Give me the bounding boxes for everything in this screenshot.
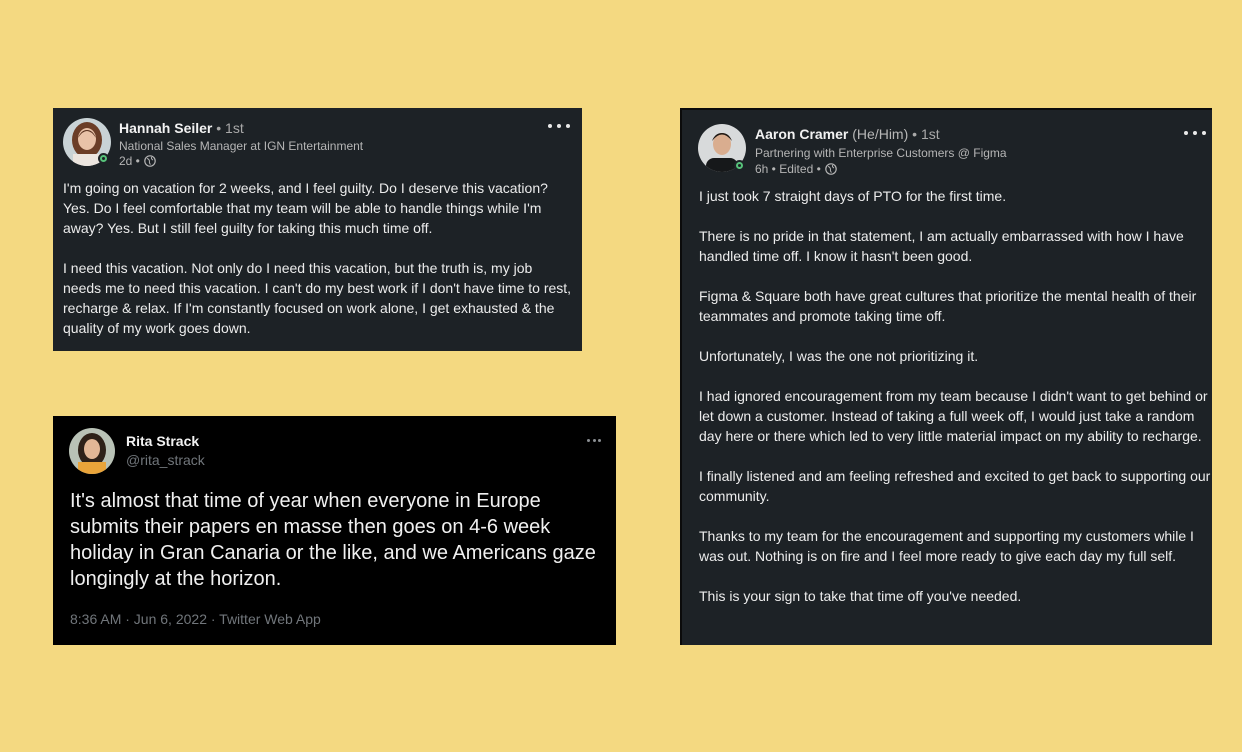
globe-icon bbox=[824, 163, 837, 175]
post-meta: 6h • Edited • bbox=[755, 162, 837, 176]
post-time: 6h • Edited • bbox=[755, 162, 821, 176]
post-paragraph: I just took 7 straight days of PTO for t… bbox=[699, 188, 1007, 204]
author-name[interactable]: Rita Strack bbox=[126, 433, 199, 449]
post-paragraph: Thanks to my team for the encouragement … bbox=[699, 528, 1194, 564]
post-paragraph: I finally listened and am feeling refres… bbox=[699, 468, 1211, 504]
online-status-icon bbox=[734, 160, 745, 171]
tweet-footer[interactable]: 8:36 AM · Jun 6, 2022 · Twitter Web App bbox=[70, 611, 321, 627]
author-name[interactable]: Hannah Seiler • 1st bbox=[119, 120, 244, 136]
post-paragraph: Unfortunately, I was the one not priorit… bbox=[699, 348, 979, 364]
author-pronouns: (He/Him) bbox=[848, 126, 909, 142]
online-status-icon bbox=[98, 153, 109, 164]
post-time: 2d • bbox=[119, 154, 140, 168]
author-headline: Partnering with Enterprise Customers @ F… bbox=[755, 146, 1007, 160]
post-paragraph: Figma & Square both have great cultures … bbox=[699, 288, 1197, 324]
post-body: I'm going on vacation for 2 weeks, and I… bbox=[63, 178, 573, 338]
post-body: I just took 7 straight days of PTO for t… bbox=[699, 186, 1211, 606]
author-name[interactable]: Aaron Cramer (He/Him) • 1st bbox=[755, 126, 940, 142]
author-headline: National Sales Manager at IGN Entertainm… bbox=[119, 139, 364, 153]
more-options-icon[interactable] bbox=[1184, 130, 1206, 136]
connection-degree: • 1st bbox=[212, 120, 244, 136]
more-options-icon[interactable] bbox=[548, 123, 570, 129]
post-paragraph: There is no pride in that statement, I a… bbox=[699, 228, 1184, 264]
post-paragraph: I'm going on vacation for 2 weeks, and I… bbox=[63, 180, 548, 236]
tweet-text: It's almost that time of year when every… bbox=[70, 490, 596, 590]
avatar[interactable] bbox=[69, 428, 115, 474]
post-paragraph: I need this vacation. Not only do I need… bbox=[63, 260, 572, 336]
post-meta: 2d • bbox=[119, 154, 156, 168]
post-paragraph: This is your sign to take that time off … bbox=[699, 588, 1022, 604]
tweet-rita: Rita Strack @rita_strack It's almost tha… bbox=[53, 416, 616, 645]
globe-icon bbox=[144, 155, 156, 167]
more-options-icon[interactable] bbox=[587, 439, 601, 443]
post-paragraph: I had ignored encouragement from my team… bbox=[699, 388, 1208, 444]
connection-degree: • 1st bbox=[908, 126, 940, 142]
linkedin-post-aaron: Aaron Cramer (He/Him) • 1st Partnering w… bbox=[680, 108, 1212, 645]
linkedin-post-hannah: Hannah Seiler • 1st National Sales Manag… bbox=[53, 108, 582, 351]
author-handle[interactable]: @rita_strack bbox=[126, 452, 205, 468]
